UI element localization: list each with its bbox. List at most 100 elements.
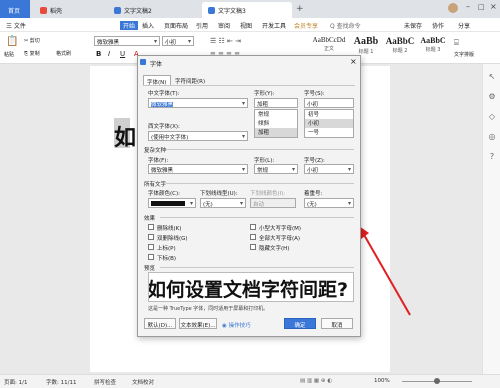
- underline-color-select: 自动: [250, 198, 296, 208]
- avatar[interactable]: [448, 3, 458, 13]
- ok-button[interactable]: 确定: [284, 318, 316, 329]
- menu-start[interactable]: 开始: [120, 21, 139, 30]
- menu-view[interactable]: 视图: [240, 21, 252, 30]
- superscript-checkbox[interactable]: [148, 244, 154, 250]
- double-strike-checkbox[interactable]: [148, 234, 154, 240]
- cn-font-select[interactable]: 微软雅黑 ▾: [148, 98, 248, 108]
- cx-size-select[interactable]: 小初 ▾: [304, 164, 354, 174]
- cursor-icon[interactable]: ↖: [487, 72, 497, 82]
- font-size-input[interactable]: 小初: [304, 98, 354, 108]
- underline-select[interactable]: (无) ▾: [200, 198, 246, 208]
- menu-layout[interactable]: 页面布局: [164, 21, 188, 30]
- font-size-select[interactable]: 小初 ▾: [162, 36, 194, 46]
- file-menu[interactable]: 三 文件: [6, 21, 26, 30]
- text-effect-button[interactable]: 文本效果(E)...: [179, 318, 217, 329]
- new-tab-icon[interactable]: +: [296, 4, 304, 14]
- zoom-level: 100%: [374, 378, 390, 384]
- tab-doc2[interactable]: 文字文稿2: [108, 2, 198, 18]
- west-font-select[interactable]: (使用中文字体) ▾: [148, 131, 248, 141]
- share-button[interactable]: 分享: [458, 21, 470, 30]
- style-option[interactable]: 常规: [255, 110, 297, 119]
- style-option-selected[interactable]: 加粗: [255, 128, 297, 137]
- paste-label[interactable]: 粘贴: [4, 51, 14, 58]
- italic-button[interactable]: I: [108, 50, 110, 58]
- paste-icon[interactable]: 📋: [6, 36, 18, 47]
- style-heading2[interactable]: AaBbC 标题 2: [384, 36, 416, 60]
- font-name-select[interactable]: 微软雅黑 ▾: [94, 36, 160, 46]
- menu-devtools[interactable]: 开发工具: [262, 21, 286, 30]
- daoke-icon: [40, 7, 47, 14]
- font-style-list[interactable]: 常规 倾斜 加粗: [254, 109, 298, 138]
- text-layout-icon[interactable]: ⌸: [454, 38, 459, 48]
- subscript-checkbox[interactable]: [148, 254, 154, 260]
- small-caps-checkbox[interactable]: [250, 224, 256, 230]
- all-caps-checkbox[interactable]: [250, 234, 256, 240]
- all-text-section-title: 所有文字: [144, 182, 167, 188]
- zoom-slider-handle[interactable]: [434, 378, 440, 384]
- text-layout-button[interactable]: 文字排版: [454, 51, 474, 58]
- comment-icon[interactable]: ◎: [487, 132, 497, 142]
- copy-button[interactable]: ⎘ 复制: [24, 50, 40, 57]
- menu-review[interactable]: 审阅: [218, 21, 230, 30]
- bold-button[interactable]: B: [96, 50, 101, 58]
- help-icon[interactable]: ?: [487, 152, 497, 162]
- section-divider: [160, 217, 354, 218]
- menu-insert[interactable]: 插入: [142, 21, 154, 30]
- size-option[interactable]: 一号: [305, 128, 353, 137]
- close-icon[interactable]: ×: [490, 2, 497, 11]
- chevron-down-icon: ▾: [291, 166, 295, 173]
- view-mode-icons[interactable]: ▤ ▥ ▦ ⊕ ◐: [300, 378, 332, 384]
- tips-link[interactable]: ◉ 操作技巧: [222, 321, 251, 329]
- underline-button[interactable]: U: [120, 50, 125, 58]
- format-painter-button[interactable]: 格式刷: [56, 50, 71, 57]
- cancel-button[interactable]: 取消: [321, 318, 353, 329]
- font-style-input[interactable]: 加粗: [254, 98, 298, 108]
- size-option[interactable]: 初号: [305, 110, 353, 119]
- emphasis-select[interactable]: (无) ▾: [304, 198, 354, 208]
- cx-size-label: 字号(Z):: [304, 158, 325, 164]
- tab-font[interactable]: 字体(N): [143, 75, 171, 86]
- doc-icon: [208, 7, 215, 14]
- cut-button[interactable]: ✂ 剪切: [24, 37, 40, 44]
- cn-font-label: 中文字体(T):: [148, 91, 180, 97]
- red-arrow-annotation: [359, 226, 411, 316]
- west-font-label: 西文字体(X):: [148, 124, 180, 130]
- cx-style-select[interactable]: 常规 ▾: [254, 164, 298, 174]
- hidden-label: 隐藏文字(H): [259, 246, 290, 252]
- search-commands[interactable]: Q 查找命令: [330, 21, 361, 30]
- hidden-checkbox[interactable]: [250, 244, 256, 250]
- tab-home[interactable]: 首页: [0, 0, 30, 18]
- default-button[interactable]: 默认(D)...: [144, 318, 176, 329]
- menu-member[interactable]: 会员专享: [294, 21, 318, 30]
- shape-icon[interactable]: ◇: [487, 112, 497, 122]
- spell-check[interactable]: 拼写检查: [94, 378, 116, 386]
- menu-bar: 三 文件 开始 插入 页面布局 引用 审阅 视图 开发工具 会员专享 Q 查找命…: [0, 18, 500, 32]
- style-option[interactable]: 倾斜: [255, 119, 297, 128]
- list-icon[interactable]: ☰ ☷ ⇤ ⇥: [210, 37, 241, 45]
- wps-icon: [140, 59, 146, 65]
- doc-proof[interactable]: 文档校对: [132, 378, 154, 386]
- cx-font-select[interactable]: 微软雅黑 ▾: [148, 164, 248, 174]
- settings-icon[interactable]: ⚙: [487, 92, 497, 102]
- strikethrough-checkbox[interactable]: [148, 224, 154, 230]
- tab-bar: 首页 稻壳 文字文稿2 文字文稿3 + – □ ×: [0, 0, 500, 18]
- tab-doc3[interactable]: 文字文稿3: [202, 2, 292, 18]
- minimize-icon[interactable]: –: [466, 2, 470, 11]
- word-count[interactable]: 字数: 11/11: [46, 378, 76, 386]
- cx-style-label: 字形(L):: [254, 158, 275, 164]
- small-caps-label: 小型大写字母(M): [259, 226, 302, 232]
- menu-reference[interactable]: 引用: [196, 21, 208, 30]
- tips-icon: ◉: [222, 323, 227, 329]
- collab-button[interactable]: 协作: [432, 21, 444, 30]
- arrow-line: [362, 232, 411, 316]
- font-color-select[interactable]: ▾: [148, 198, 196, 208]
- tab-daoke[interactable]: 稻壳: [34, 2, 104, 18]
- dialog-close-icon[interactable]: ×: [350, 57, 357, 66]
- style-heading3[interactable]: AaBbC 标题 3: [418, 36, 448, 60]
- maximize-icon[interactable]: □: [478, 3, 485, 11]
- size-option-selected[interactable]: 小初: [305, 119, 353, 128]
- font-size-list[interactable]: 初号 小初 一号: [304, 109, 354, 138]
- section-divider: [166, 149, 354, 150]
- tab-char-spacing[interactable]: 字符间距(R): [172, 75, 212, 85]
- chevron-down-icon: ▾: [189, 200, 193, 207]
